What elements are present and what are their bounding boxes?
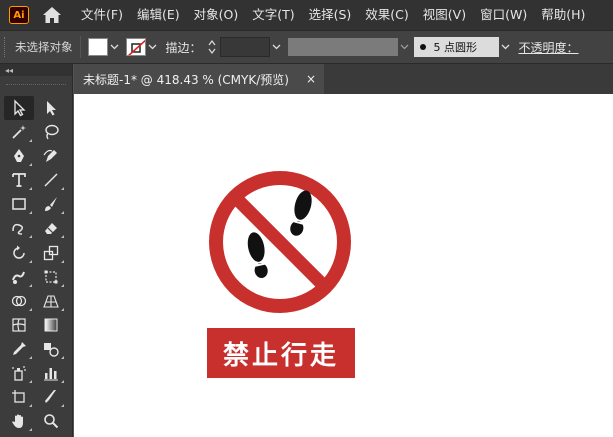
symbol-sprayer-tool-icon[interactable] (4, 361, 34, 385)
mesh-tool-icon[interactable] (4, 313, 34, 337)
menu-effect[interactable]: 效果(C) (365, 0, 408, 30)
document-tab-bar: 未标题-1* @ 418.43 % (CMYK/预览) × (74, 64, 613, 94)
warp-tool-icon[interactable] (4, 265, 34, 289)
menu-select[interactable]: 选择(S) (309, 0, 352, 30)
brush-chevron-icon[interactable] (499, 38, 513, 56)
tools-panel-header: ◂◂ (0, 64, 72, 76)
profile-chevron-icon[interactable] (398, 38, 412, 56)
tools-panel-grip[interactable] (6, 84, 66, 88)
sign-label-box[interactable]: 禁止行走 (207, 328, 355, 378)
stroke-weight-chevron-icon[interactable] (270, 38, 284, 56)
fill-color-swatch[interactable] (87, 38, 108, 56)
footprint-icon (247, 232, 268, 279)
menu-window[interactable]: 窗口(W) (480, 0, 527, 30)
hand-tool-icon[interactable] (4, 409, 34, 433)
home-icon[interactable] (41, 5, 63, 25)
tools-grid (4, 96, 66, 433)
menu-edit[interactable]: 编辑(E) (137, 0, 180, 30)
variable-width-profile[interactable] (287, 38, 398, 56)
menu-file[interactable]: 文件(F) (81, 0, 123, 30)
magic-wand-tool-icon[interactable] (4, 120, 34, 144)
document-tab-title: 未标题-1* @ 418.43 % (CMYK/预览) (83, 72, 289, 87)
brush-definition-value: 5 点圆形 (433, 41, 478, 54)
menu-object[interactable]: 对象(O) (194, 0, 239, 30)
tools-panel: ◂◂ (0, 64, 73, 437)
lasso-tool-icon[interactable] (36, 120, 66, 144)
gradient-tool-icon[interactable] (36, 313, 66, 337)
direct-selection-tool-icon[interactable] (36, 96, 66, 120)
selection-tool-icon[interactable] (4, 96, 34, 120)
close-icon[interactable]: × (306, 72, 316, 86)
zoom-tool-icon[interactable] (36, 409, 66, 433)
opacity-label[interactable]: 不透明度： (519, 39, 579, 56)
artboard-tool-icon[interactable] (4, 385, 34, 409)
stroke-weight-input[interactable] (219, 37, 270, 57)
scale-tool-icon[interactable] (36, 241, 66, 265)
shape-builder-tool-icon[interactable] (4, 289, 34, 313)
stroke-dropdown-chevron-icon[interactable] (146, 38, 160, 56)
line-segment-tool-icon[interactable] (36, 168, 66, 192)
round-brush-icon (419, 44, 426, 50)
divider (79, 36, 81, 58)
eraser-tool-icon[interactable] (36, 216, 66, 240)
eyedropper-tool-icon[interactable] (4, 337, 34, 361)
menu-type[interactable]: 文字(T) (252, 0, 294, 30)
stroke-weight-label: 描边： (165, 40, 202, 55)
artboard-canvas[interactable]: 禁止行走 (74, 94, 613, 437)
no-walking-sign[interactable] (207, 169, 353, 315)
rotate-tool-icon[interactable] (4, 241, 34, 265)
curvature-tool-icon[interactable] (36, 144, 66, 168)
menu-bar: Ai 文件(F) 编辑(E) 对象(O) 文字(T) 选择(S) 效果(C) 视… (0, 0, 613, 30)
menu-view[interactable]: 视图(V) (423, 0, 466, 30)
menu-help[interactable]: 帮助(H) (541, 0, 585, 30)
footprint-icon (290, 190, 312, 236)
sign-label-text: 禁止行走 (222, 340, 339, 371)
type-tool-icon[interactable] (4, 168, 34, 192)
stroke-color-swatch[interactable] (125, 38, 146, 56)
menu-items: 文件(F) 编辑(E) 对象(O) 文字(T) 选择(S) 效果(C) 视图(V… (81, 0, 599, 30)
selection-status: 未选择对象 (15, 40, 73, 54)
brush-definition-select[interactable]: 5 点圆形 (413, 37, 499, 57)
app-logo: Ai (9, 6, 29, 24)
column-graph-tool-icon[interactable] (36, 361, 66, 385)
slice-tool-icon[interactable] (36, 385, 66, 409)
pen-tool-icon[interactable] (4, 144, 34, 168)
stroke-weight-spinner-icon[interactable] (206, 37, 218, 57)
control-bar-grip[interactable] (4, 37, 7, 57)
perspective-grid-tool-icon[interactable] (36, 289, 66, 313)
rectangle-tool-icon[interactable] (4, 192, 34, 216)
document-tab[interactable]: 未标题-1* @ 418.43 % (CMYK/预览) × (74, 64, 324, 94)
paintbrush-tool-icon[interactable] (36, 192, 66, 216)
blend-tool-icon[interactable] (36, 337, 66, 361)
collapse-panel-icon[interactable]: ◂◂ (5, 66, 13, 75)
control-bar: 未选择对象 描边： 5 点圆形 不透明度： (0, 30, 613, 64)
shaper-tool-icon[interactable] (4, 216, 34, 240)
fill-dropdown-chevron-icon[interactable] (108, 38, 122, 56)
free-transform-tool-icon[interactable] (36, 265, 66, 289)
